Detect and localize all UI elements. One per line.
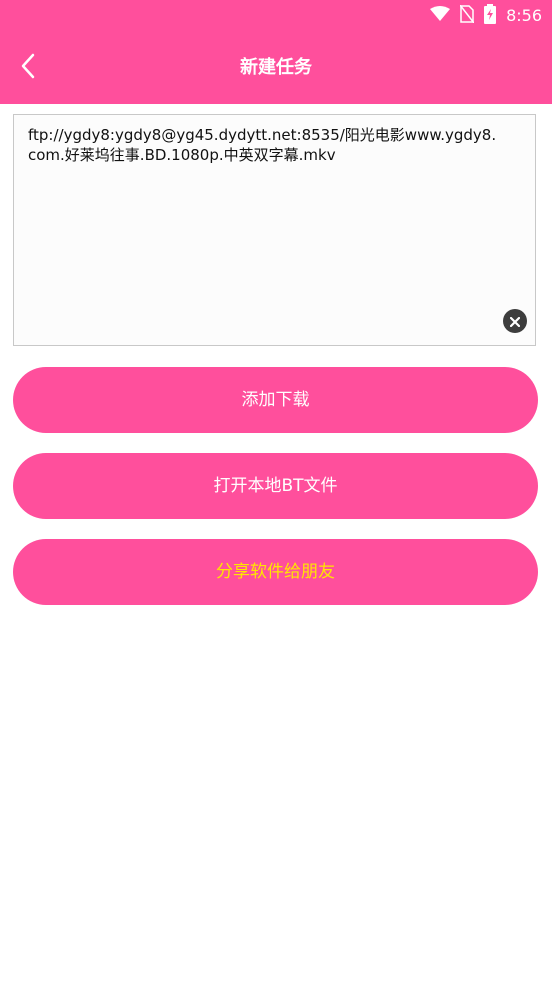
clear-icon [509,312,521,331]
wifi-icon [430,6,451,26]
status-time: 8:56 [506,6,542,25]
battery-charging-icon [484,4,497,28]
status-bar: 8:56 [0,0,552,32]
status-icons: 8:56 [430,4,542,28]
page-title: 新建任务 [240,57,312,78]
url-input[interactable]: ftp://ygdy8:ygdy8@yg45.dydytt.net:8535/阳… [13,114,536,346]
clear-button[interactable] [503,309,527,333]
add-download-button[interactable]: 添加下载 [13,367,538,433]
open-local-bt-button[interactable]: 打开本地BT文件 [13,453,538,519]
share-app-button[interactable]: 分享软件给朋友 [13,539,538,605]
no-sim-icon [459,4,475,27]
app-bar: 新建任务 [0,32,552,104]
url-input-value[interactable]: ftp://ygdy8:ygdy8@yg45.dydytt.net:8535/阳… [28,125,498,165]
